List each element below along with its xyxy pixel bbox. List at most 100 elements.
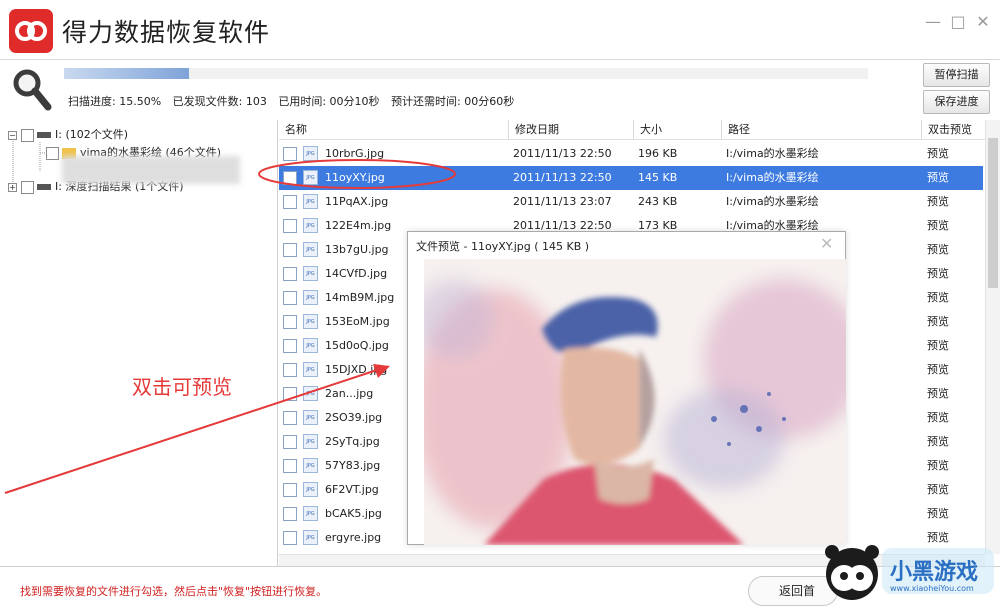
column-path[interactable]: 路径 xyxy=(721,120,921,140)
file-checkbox[interactable] xyxy=(283,171,297,185)
tree-item-drive-i[interactable]: − I: (102个文件) xyxy=(8,126,128,144)
file-checkbox[interactable] xyxy=(283,243,297,257)
watermark-logo: 小黑游戏 www.xiaoheiYou.com xyxy=(820,534,998,608)
close-button[interactable]: ✕ xyxy=(973,12,993,32)
file-checkbox[interactable] xyxy=(283,219,297,233)
file-date: 2011/11/13 22:50 xyxy=(513,171,612,184)
preview-link[interactable]: 预览 xyxy=(927,262,949,286)
expand-icon[interactable]: + xyxy=(8,182,17,192)
file-checkbox[interactable] xyxy=(283,411,297,425)
file-name: 10rbrG.jpg xyxy=(325,147,385,160)
preview-link[interactable]: 预览 xyxy=(927,454,949,478)
file-row[interactable]: JPG 11oyXY.jpg 2011/11/13 22:50 145 KB I:/vi… xyxy=(279,166,983,190)
deep-scan-checkbox[interactable] xyxy=(21,180,34,194)
preview-link[interactable]: 预览 xyxy=(927,142,949,166)
file-checkbox[interactable] xyxy=(283,315,297,329)
file-name: 11oyXY.jpg xyxy=(325,171,385,184)
scan-progress-fill xyxy=(64,68,189,79)
file-name: 6F2VT.jpg xyxy=(325,483,379,496)
drive-checkbox[interactable] xyxy=(21,128,34,142)
file-name: 11PqAX.jpg xyxy=(325,195,389,208)
preview-image xyxy=(424,259,846,545)
preview-link[interactable]: 预览 xyxy=(927,358,949,382)
save-progress-button[interactable]: 保存进度 xyxy=(923,90,990,114)
pause-scan-button[interactable]: 暂停扫描 xyxy=(923,63,990,87)
preview-link[interactable]: 预览 xyxy=(927,406,949,430)
preview-link[interactable]: 预览 xyxy=(927,502,949,526)
file-checkbox[interactable] xyxy=(283,363,297,377)
file-name: 13b7gU.jpg xyxy=(325,243,389,256)
vertical-scrollbar[interactable] xyxy=(985,120,1000,554)
preview-link[interactable]: 预览 xyxy=(927,478,949,502)
file-path: I:/vima的水墨彩绘 xyxy=(726,171,819,184)
remaining-time-text: 预计还需时间: 00分60秒 xyxy=(391,95,515,108)
blurred-region xyxy=(62,156,240,184)
preview-link[interactable]: 预览 xyxy=(927,382,949,406)
scan-panel: 扫描进度: 15.50% 已发现文件数: 103 已用时间: 00分10秒 预计… xyxy=(0,60,1000,120)
jpg-file-icon: JPG xyxy=(303,362,318,377)
file-path: I:/vima的水墨彩绘 xyxy=(726,147,819,160)
file-checkbox[interactable] xyxy=(283,195,297,209)
preview-link[interactable]: 预览 xyxy=(927,430,949,454)
file-name: bCAK5.jpg xyxy=(325,507,382,520)
column-date[interactable]: 修改日期 xyxy=(508,120,633,140)
preview-link[interactable]: 预览 xyxy=(927,286,949,310)
title-bar: 得力数据恢复软件 — □ ✕ xyxy=(0,0,1000,60)
scan-status: 扫描进度: 15.50% 已发现文件数: 103 已用时间: 00分10秒 预计… xyxy=(68,93,522,109)
drive-label: I: (102个文件) xyxy=(55,128,129,141)
file-checkbox[interactable] xyxy=(283,483,297,497)
scan-progress-text: 扫描进度: 15.50% xyxy=(68,95,162,108)
preview-link[interactable]: 预览 xyxy=(927,238,949,262)
file-name: 153EoM.jpg xyxy=(325,315,390,328)
preview-close-icon[interactable]: ✕ xyxy=(820,234,833,253)
file-checkbox[interactable] xyxy=(283,147,297,161)
file-path: I:/vima的水墨彩绘 xyxy=(726,195,819,208)
preview-link[interactable]: 预览 xyxy=(927,190,949,214)
watermark-url: www.xiaoheiYou.com xyxy=(890,584,974,593)
elapsed-time-text: 已用时间: 00分10秒 xyxy=(278,95,380,108)
search-icon xyxy=(10,67,54,113)
jpg-file-icon: JPG xyxy=(303,458,318,473)
watermark-text: 小黑游戏 xyxy=(890,560,979,585)
scrollbar-thumb[interactable] xyxy=(988,138,998,288)
app-window: 得力数据恢复软件 — □ ✕ 扫描进度: 15.50% 已发现文件数: 103 … xyxy=(0,0,1000,611)
file-name: 122E4m.jpg xyxy=(325,219,392,232)
file-checkbox[interactable] xyxy=(283,531,297,545)
preview-link[interactable]: 预览 xyxy=(927,310,949,334)
file-checkbox[interactable] xyxy=(283,387,297,401)
list-header: 名称 修改日期 大小 路径 双击预览 xyxy=(279,120,985,140)
file-name: ergyre.jpg xyxy=(325,531,382,544)
jpg-file-icon: JPG xyxy=(303,506,318,521)
minimize-button[interactable]: — xyxy=(923,12,943,32)
column-size[interactable]: 大小 xyxy=(633,120,721,140)
file-row[interactable]: JPG 11PqAX.jpg 2011/11/13 23:07 243 KB I:/vi… xyxy=(279,190,983,214)
folder-checkbox[interactable] xyxy=(46,146,59,160)
file-checkbox[interactable] xyxy=(283,339,297,353)
column-preview[interactable]: 双击预览 xyxy=(921,120,985,140)
jpg-file-icon: JPG xyxy=(303,146,318,161)
jpg-file-icon: JPG xyxy=(303,170,318,185)
jpg-file-icon: JPG xyxy=(303,266,318,281)
drive-icon xyxy=(37,132,51,138)
app-logo xyxy=(9,9,53,53)
jpg-file-icon: JPG xyxy=(303,314,318,329)
file-checkbox[interactable] xyxy=(283,507,297,521)
file-checkbox[interactable] xyxy=(283,267,297,281)
preview-link[interactable]: 预览 xyxy=(927,166,949,190)
file-size: 145 KB xyxy=(638,171,678,184)
preview-link[interactable]: 预览 xyxy=(927,214,949,238)
file-checkbox[interactable] xyxy=(283,435,297,449)
footer-hint: 找到需要恢复的文件进行勾选，然后点击"恢复"按钮进行恢复。 xyxy=(20,585,328,598)
file-checkbox[interactable] xyxy=(283,459,297,473)
file-date: 2011/11/13 22:50 xyxy=(513,147,612,160)
preview-link[interactable]: 预览 xyxy=(927,334,949,358)
collapse-icon[interactable]: − xyxy=(8,130,17,140)
file-row[interactable]: JPG 10rbrG.jpg 2011/11/13 22:50 196 KB I:/vi… xyxy=(279,142,983,166)
column-name[interactable]: 名称 xyxy=(279,120,508,140)
double-click-hint: 双击可预览 xyxy=(132,375,232,399)
maximize-button[interactable]: □ xyxy=(948,12,968,32)
file-name: 57Y83.jpg xyxy=(325,459,381,472)
jpg-file-icon: JPG xyxy=(303,434,318,449)
file-checkbox[interactable] xyxy=(283,291,297,305)
jpg-file-icon: JPG xyxy=(303,530,318,545)
